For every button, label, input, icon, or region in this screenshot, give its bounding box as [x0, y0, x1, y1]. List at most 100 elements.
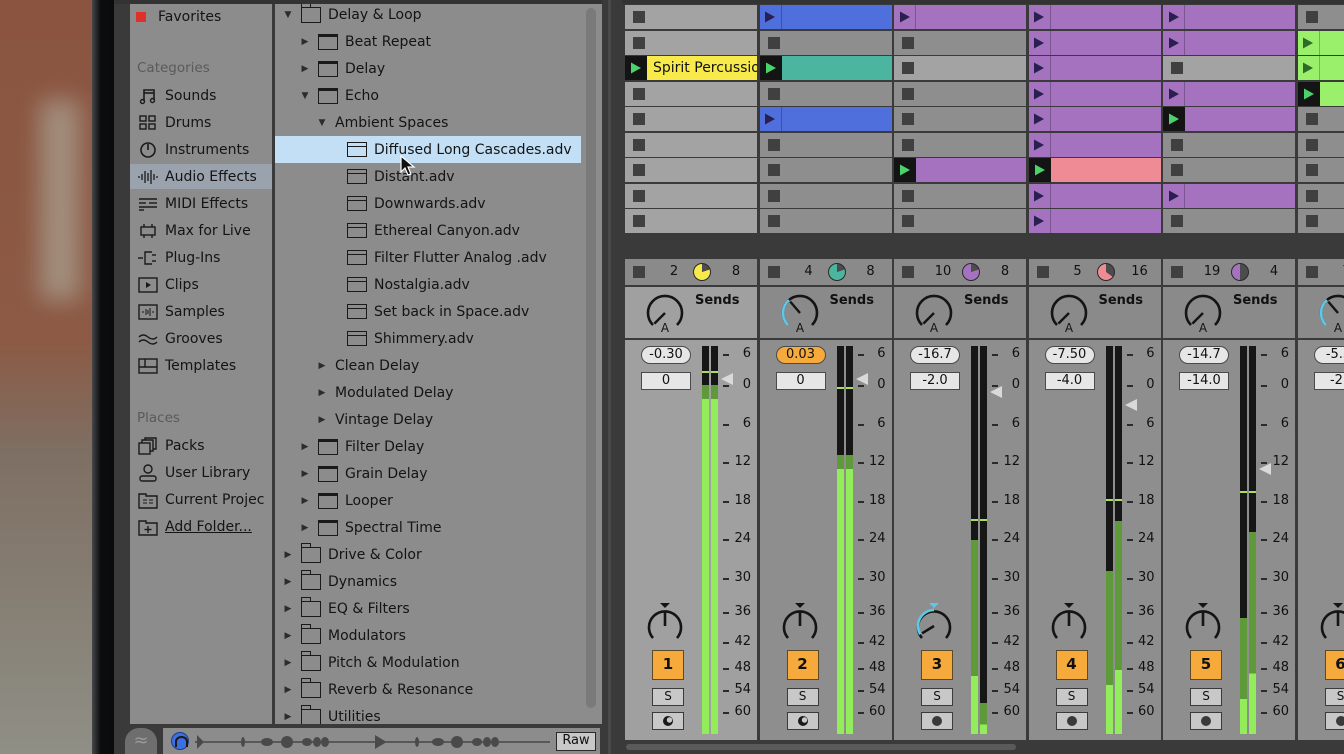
browser-item[interactable]: Distant.adv: [275, 163, 602, 190]
clip-body[interactable]: [1050, 158, 1161, 182]
clip-stop-button-icon[interactable]: [1305, 113, 1318, 125]
send-a-knob[interactable]: A: [780, 293, 820, 335]
browser-scrollbar[interactable]: [586, 8, 596, 708]
headphone-preview-icon[interactable]: [171, 732, 189, 750]
track-pan-display[interactable]: -14.0: [1179, 372, 1229, 390]
clip-body[interactable]: [1050, 132, 1161, 157]
sidebar-item-max-for-live[interactable]: Max for Live: [130, 218, 272, 243]
browser-item[interactable]: ▶ Delay: [275, 55, 602, 82]
clip-launch-button[interactable]: [759, 107, 782, 131]
clip-body[interactable]: [1185, 183, 1295, 208]
clip-slot[interactable]: [759, 132, 892, 157]
clip-slot[interactable]: [1163, 56, 1295, 80]
browser-item[interactable]: ▶ Beat Repeat: [275, 28, 602, 55]
stop-all-clips-button-icon[interactable]: [1036, 266, 1049, 278]
track-activator-button[interactable]: 5: [1190, 650, 1222, 680]
preview-waveform[interactable]: [195, 732, 550, 752]
browser-item[interactable]: ▶ Reverb & Resonance: [275, 676, 602, 703]
clip-launch-button[interactable]: [1028, 158, 1051, 182]
send-a-knob[interactable]: A: [914, 293, 954, 335]
track-pan-display[interactable]: -2.0: [910, 372, 960, 390]
expand-arrow-icon[interactable]: ▶: [283, 604, 293, 614]
clip-slot[interactable]: [759, 56, 892, 80]
send-a-knob[interactable]: A: [1049, 293, 1089, 335]
clip-slot[interactable]: [625, 183, 757, 208]
clip-launch-button[interactable]: [1163, 183, 1185, 208]
expand-arrow-icon[interactable]: ▶: [283, 712, 293, 722]
clip-slot[interactable]: [625, 5, 757, 29]
clip-stop-button-icon[interactable]: [902, 215, 914, 227]
clip-stop-button-icon[interactable]: [902, 113, 914, 125]
scrollbar-thumb[interactable]: [626, 744, 1016, 750]
expand-arrow-icon[interactable]: ▶: [283, 550, 293, 560]
clip-slot[interactable]: [894, 5, 1026, 29]
pan-knob[interactable]: [645, 602, 685, 646]
clip-slot[interactable]: [1297, 56, 1344, 80]
clip-launch-button[interactable]: [1028, 132, 1051, 157]
browser-item[interactable]: ▼ Echo: [275, 82, 602, 109]
clip-slot[interactable]: [759, 5, 892, 29]
record-arm-button[interactable]: [1190, 712, 1222, 730]
clip-stop-button-icon[interactable]: [902, 36, 914, 49]
clip-slot[interactable]: [1163, 81, 1295, 106]
expand-arrow-icon[interactable]: ▶: [300, 496, 310, 506]
clip-launch-button[interactable]: [1028, 5, 1051, 29]
browser-item[interactable]: ▶ Vintage Delay: [275, 406, 602, 433]
stop-all-clips-button-icon[interactable]: [902, 266, 914, 278]
clip-slot[interactable]: [894, 30, 1026, 55]
clip-stop-button-icon[interactable]: [1305, 189, 1318, 202]
expand-arrow-icon[interactable]: ▶: [317, 388, 327, 398]
track-volume-display[interactable]: -16.7: [910, 346, 960, 364]
clip-launch-button[interactable]: [1028, 56, 1051, 80]
pan-knob[interactable]: [1049, 602, 1089, 646]
monitor-button[interactable]: [786, 712, 819, 730]
clip-launch-button[interactable]: [759, 5, 782, 29]
clip-body[interactable]: [1185, 107, 1295, 131]
groove-pool-button[interactable]: ≈: [125, 728, 157, 754]
sidebar-item-packs[interactable]: Packs: [130, 433, 272, 458]
stop-all-clips-button-icon[interactable]: [767, 266, 780, 278]
track-volume-display[interactable]: -14.7: [1179, 346, 1229, 364]
clip-stop-button-icon[interactable]: [633, 215, 645, 227]
clip-body[interactable]: [1050, 107, 1161, 131]
send-a-knob[interactable]: A: [645, 293, 685, 335]
clip-stop-button-icon[interactable]: [902, 87, 914, 100]
clip-body[interactable]: [781, 56, 892, 80]
clip-body[interactable]: [1185, 30, 1295, 55]
clip-stop-button-icon[interactable]: [633, 138, 645, 151]
clip-slot[interactable]: [625, 81, 757, 106]
clip-body[interactable]: [1319, 81, 1344, 106]
track-pan-display[interactable]: 0: [641, 372, 691, 390]
clip-body[interactable]: [1050, 209, 1161, 233]
clip-launch-button[interactable]: [1028, 81, 1051, 106]
expand-arrow-icon[interactable]: ▶: [317, 415, 327, 425]
pan-knob[interactable]: [914, 602, 954, 646]
clip-slot[interactable]: [759, 183, 892, 208]
send-a-knob[interactable]: A: [1318, 293, 1344, 335]
expand-arrow-icon[interactable]: ▶: [300, 469, 310, 479]
stop-all-clips-button-icon[interactable]: [1305, 266, 1318, 278]
browser-item[interactable]: Filter Flutter Analog .adv: [275, 244, 602, 271]
sidebar-item-audio-effects[interactable]: Audio Effects: [130, 164, 272, 189]
browser-item[interactable]: ▶ Dynamics: [275, 568, 602, 595]
track-volume-display[interactable]: -7.50: [1044, 346, 1095, 364]
clip-launch-button[interactable]: [1297, 81, 1320, 106]
clip-slot[interactable]: [625, 209, 757, 233]
track-activator-button[interactable]: 1: [652, 650, 684, 680]
browser-item[interactable]: ▶ Spectral Time: [275, 514, 602, 541]
sidebar-item-plug-ins[interactable]: Plug-Ins: [130, 245, 272, 270]
expand-arrow-icon[interactable]: ▶: [300, 523, 310, 533]
browser-item[interactable]: ▶ Filter Delay: [275, 433, 602, 460]
clip-stop-button-icon[interactable]: [767, 164, 780, 176]
collapse-arrow-icon[interactable]: ▼: [317, 118, 327, 128]
clip-stop-button-icon[interactable]: [633, 113, 645, 125]
solo-button[interactable]: S: [921, 688, 953, 706]
clip-launch-button[interactable]: [1163, 107, 1185, 131]
clip-launch-button[interactable]: [1163, 81, 1185, 106]
browser-item[interactable]: Set back in Space.adv: [275, 298, 602, 325]
pan-knob[interactable]: [1318, 602, 1344, 646]
browser-item[interactable]: Downwards.adv: [275, 190, 602, 217]
clip-slot[interactable]: Spirit Percussion: [625, 56, 757, 80]
clip-launch-button[interactable]: [894, 158, 916, 182]
expand-arrow-icon[interactable]: ▶: [317, 361, 327, 371]
